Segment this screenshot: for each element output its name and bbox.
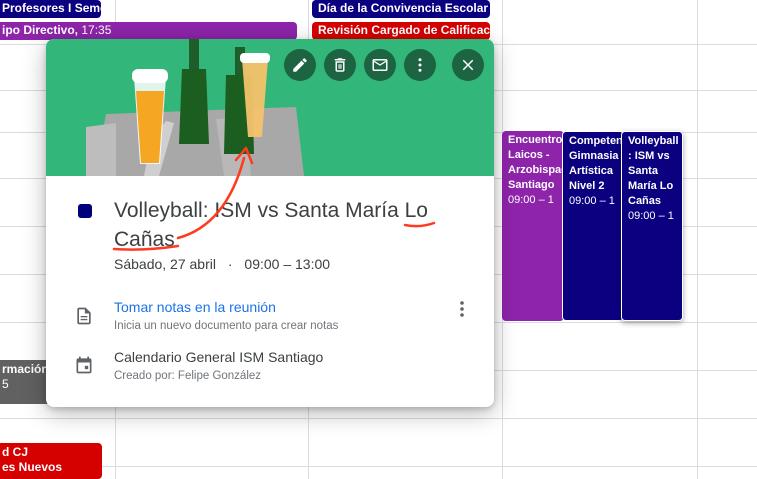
event-details-popup: Volleyball: ISM vs Santa María Lo Cañas …	[46, 39, 494, 407]
event-chip-profesores[interactable]: Profesores I Seme	[0, 0, 101, 18]
event-chip-convivencia[interactable]: Día de la Convivencia Escolar	[312, 0, 490, 18]
take-notes-link[interactable]: Tomar notas en la reunión	[114, 299, 276, 315]
more-vert-icon	[418, 58, 422, 72]
event-chip-time: 17:35	[81, 23, 112, 37]
event-chip-volleyball[interactable]: Volleyball : ISM vs Santa María Lo Cañas…	[621, 131, 683, 321]
more-options-button[interactable]	[404, 49, 436, 81]
event-chip-time: 09:00 – 1	[569, 195, 615, 207]
event-chip-equipo-directivo[interactable]: ipo Directivo, 17:35	[0, 22, 297, 40]
event-title: Volleyball: ISM vs Santa María Lo Cañas	[114, 199, 428, 251]
event-chip-title: ipo Directivo,	[2, 23, 79, 37]
close-button[interactable]	[452, 49, 484, 81]
event-chip-title: Volleyball : ISM vs Santa María Lo Cañas	[628, 135, 679, 207]
created-by: Creado por: Felipe González	[114, 370, 262, 382]
event-date: Sábado, 27 abril	[114, 256, 216, 272]
event-chip-title: Encuentro Laicos - Arzobispado Santiago	[508, 134, 564, 191]
document-icon	[77, 307, 91, 325]
event-chip-formacion[interactable]: rmación 5	[0, 360, 50, 404]
close-icon	[462, 59, 474, 71]
event-chip-line: es Nuevos	[2, 460, 63, 474]
notes-description: Inicia un nuevo documento para crear not…	[114, 320, 339, 332]
event-chip-time: 09:00 – 1	[628, 210, 674, 222]
event-chip-encuentro-laicos[interactable]: Encuentro Laicos - Arzobispado Santiago …	[502, 131, 564, 321]
event-chip-line: rmación	[2, 362, 49, 376]
event-chip-line: d CJ	[2, 445, 29, 459]
mail-icon	[372, 59, 388, 71]
notes-more-icon[interactable]	[450, 297, 474, 321]
date-separator: ·	[227, 256, 233, 272]
event-chip-time: 09:00 – 1	[508, 194, 554, 206]
event-chip-title: Competencia Gimnasia Artística Nivel 2	[569, 135, 623, 192]
event-chip-cj[interactable]: d CJ es Nuevos	[0, 443, 102, 479]
edit-button[interactable]	[284, 49, 316, 81]
event-chip-line: 5	[2, 377, 9, 391]
event-time: 09:00 – 13:00	[244, 256, 331, 272]
event-chip-revision[interactable]: Revisión Cargado de Calificaci	[312, 22, 490, 40]
pencil-icon	[293, 58, 307, 72]
calendar-icon	[76, 356, 92, 374]
calendar-name: Calendario General ISM Santiago	[114, 349, 324, 365]
delete-button[interactable]	[324, 49, 356, 81]
event-date-time: Sábado, 27 abril · 09:00 – 13:00	[114, 256, 330, 272]
trash-icon	[334, 58, 346, 72]
email-guests-button[interactable]	[364, 49, 396, 81]
event-chip-gimnasia[interactable]: Competencia Gimnasia Artística Nivel 2 0…	[562, 131, 624, 321]
event-color-indicator	[78, 204, 92, 218]
